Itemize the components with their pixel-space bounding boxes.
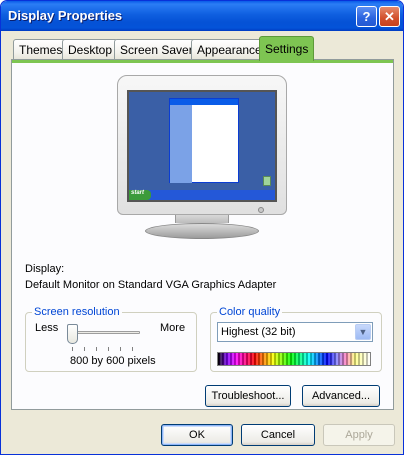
resolution-slider-thumb[interactable] bbox=[67, 324, 78, 344]
preview-taskbar: start bbox=[129, 190, 275, 200]
preview-window-sidebar bbox=[170, 105, 192, 183]
ok-button[interactable]: OK bbox=[161, 424, 233, 446]
slider-tick bbox=[96, 347, 97, 351]
tab-screen-saver[interactable]: Screen Saver bbox=[114, 39, 199, 60]
cancel-button[interactable]: Cancel bbox=[241, 424, 315, 446]
desktop-preview-screen: start bbox=[127, 90, 277, 202]
display-device: Default Monitor on Standard VGA Graphics… bbox=[25, 279, 277, 291]
tab-desktop-label: Desktop bbox=[68, 43, 113, 57]
color-quality-title: Color quality bbox=[217, 306, 283, 318]
settings-panel: start Display: Default Monitor on Standa… bbox=[11, 59, 394, 410]
window-title: Display Properties bbox=[8, 8, 123, 23]
color-spectrum-bar bbox=[217, 352, 371, 366]
monitor-preview: start bbox=[117, 75, 287, 245]
tab-themes[interactable]: Themes bbox=[13, 39, 69, 60]
advanced-button[interactable]: Advanced... bbox=[302, 385, 380, 407]
help-button[interactable]: ? bbox=[356, 6, 377, 27]
resolution-more-label: More bbox=[160, 322, 186, 334]
color-quality-select[interactable]: Highest (32 bit) ▼ bbox=[217, 322, 373, 342]
tab-screen-saver-label: Screen Saver bbox=[120, 43, 193, 57]
screen-resolution-group: Screen resolution Less More 800 by 600 p… bbox=[25, 306, 197, 372]
color-spectrum-pattern bbox=[218, 353, 370, 365]
color-quality-group: Color quality Highest (32 bit) ▼ bbox=[210, 306, 382, 372]
resolution-less-label: Less bbox=[35, 322, 59, 334]
slider-tick bbox=[72, 347, 73, 351]
close-icon: ✕ bbox=[384, 8, 395, 24]
resolution-value: 800 by 600 pixels bbox=[70, 355, 156, 367]
display-label: Display: bbox=[25, 263, 65, 275]
active-tab-accent bbox=[12, 60, 393, 63]
apply-button[interactable]: Apply bbox=[323, 424, 395, 446]
recycle-bin-icon bbox=[263, 176, 271, 186]
slider-tick bbox=[132, 347, 133, 351]
tab-desktop[interactable]: Desktop bbox=[62, 39, 119, 60]
screen-resolution-title: Screen resolution bbox=[32, 306, 122, 318]
monitor-stand-base bbox=[145, 223, 259, 239]
tab-themes-label: Themes bbox=[19, 43, 63, 57]
preview-window bbox=[169, 98, 239, 183]
monitor-stand-neck bbox=[175, 215, 229, 223]
tab-appearance-label: Appearance bbox=[197, 43, 262, 57]
monitor-icon: start bbox=[117, 75, 287, 215]
power-led-icon bbox=[258, 207, 264, 213]
chevron-down-icon[interactable]: ▼ bbox=[355, 324, 371, 340]
slider-tick bbox=[108, 347, 109, 351]
tab-settings[interactable]: Settings bbox=[259, 36, 315, 61]
display-properties-window: Display Properties ? ✕ Themes Desktop Sc… bbox=[0, 0, 404, 455]
troubleshoot-button[interactable]: Troubleshoot... bbox=[205, 385, 291, 407]
title-bar[interactable]: Display Properties ? ✕ bbox=[1, 1, 403, 31]
close-button[interactable]: ✕ bbox=[379, 6, 400, 27]
tab-settings-label: Settings bbox=[265, 42, 309, 56]
resolution-slider-track[interactable] bbox=[70, 331, 140, 334]
preview-start-button: start bbox=[129, 190, 151, 200]
tab-appearance[interactable]: Appearance bbox=[191, 39, 268, 60]
help-icon: ? bbox=[362, 9, 371, 24]
slider-tick bbox=[84, 347, 85, 351]
slider-tick bbox=[120, 347, 121, 351]
color-quality-value: Highest (32 bit) bbox=[221, 326, 296, 338]
